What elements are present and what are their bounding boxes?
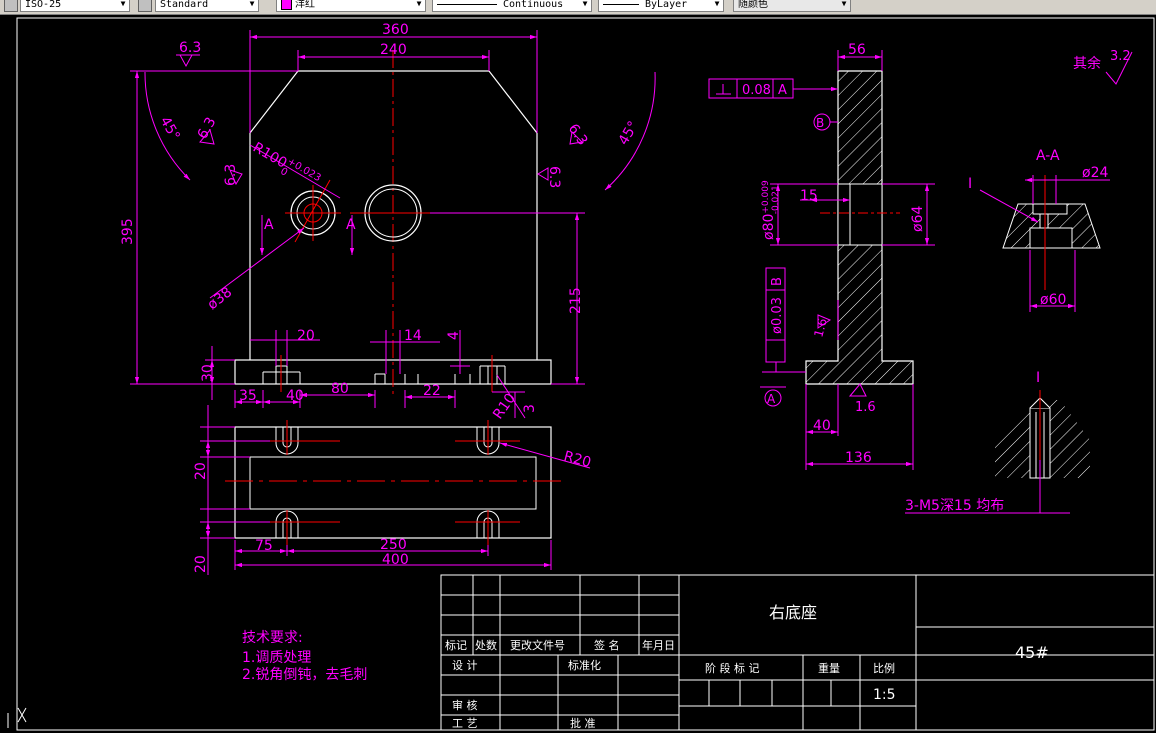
dim-40: 40	[286, 388, 304, 404]
dim-14: 14	[404, 328, 422, 344]
detail-i-marker: I	[968, 176, 972, 192]
tb-docno: 更改文件号	[510, 638, 565, 652]
dim-d60: ø60	[1040, 292, 1066, 308]
tb-sign: 签 名	[594, 638, 620, 652]
lineweight-select[interactable]: ByLayer ▼	[598, 0, 724, 12]
perpendicularity-ref: B	[770, 277, 785, 286]
plotstyle-select[interactable]: 随颜色 ▼	[733, 0, 851, 12]
dimstyle-icon[interactable]	[4, 0, 18, 12]
dim-d64: ø64	[910, 206, 926, 232]
dim-d80-tol-lo: -0.021	[771, 185, 781, 214]
tb-approve: 批 准	[570, 716, 596, 730]
dim-360: 360	[382, 22, 409, 38]
tb-stage: 阶 段 标 记	[705, 661, 760, 675]
flatness-value: 0.08	[742, 83, 771, 98]
dim-22: 22	[423, 383, 441, 399]
color-select[interactable]: 洋红 ▼	[276, 0, 426, 12]
tb-count: 处数	[475, 639, 497, 652]
tb-check: 审 核	[452, 698, 478, 712]
detail-i-title: I	[1036, 370, 1040, 386]
dim-15: 15	[800, 188, 818, 204]
linetype-value: Continuous	[503, 0, 564, 10]
tb-weight: 重量	[818, 661, 840, 675]
chevron-down-icon: ▼	[841, 0, 847, 8]
dim-d80-tol-up: +0.009	[761, 180, 771, 214]
tb-part-name: 右底座	[769, 603, 817, 622]
section-aa-title: A-A	[1036, 148, 1060, 164]
flatness-ref: A	[778, 83, 787, 98]
tb-scale: 1:5	[873, 687, 896, 703]
chevron-down-icon: ▼	[416, 0, 422, 8]
tech-heading: 技术要求:	[242, 630, 303, 646]
lineweight-preview	[603, 3, 639, 5]
chevron-down-icon: ▼	[249, 0, 255, 8]
perpendicularity-value: ø0.03	[770, 297, 785, 334]
color-value: 洋红	[295, 0, 315, 10]
dim-240: 240	[380, 42, 407, 58]
dim-250: 250	[380, 537, 407, 553]
dim-56: 56	[848, 42, 866, 58]
tb-standard: 标准化	[568, 658, 601, 672]
textstyle-select[interactable]: Standard ▼	[155, 0, 259, 12]
color-swatch	[281, 0, 292, 10]
dim-4: 4	[446, 331, 462, 340]
dim-d24: ø24	[1082, 165, 1108, 181]
dim-40-side: 40	[813, 418, 831, 434]
section-a-right: A	[346, 217, 356, 233]
datum-a: A	[767, 392, 776, 406]
dim-80: 80	[331, 381, 349, 397]
drawing-canvas[interactable]: 360 240 395 215 6.3 45° 45° 6.3 6.3 6.3 …	[0, 15, 1156, 733]
lineweight-value: ByLayer	[645, 0, 688, 10]
finish-16-bottom: 1.6	[855, 400, 876, 415]
dim-20: 20	[297, 328, 315, 344]
chevron-down-icon: ▼	[714, 0, 720, 8]
linetype-select[interactable]: Continuous ▼	[432, 0, 592, 12]
finish-63-left: 6.3	[223, 164, 239, 186]
chevron-down-icon: ▼	[120, 0, 126, 8]
tb-date: 年月日	[642, 638, 675, 652]
linetype-preview	[437, 3, 497, 5]
dim-30: 30	[200, 364, 216, 382]
dim-395: 395	[120, 218, 136, 245]
rest-label: 其余	[1073, 55, 1101, 72]
tb-material: 45#	[1015, 643, 1049, 662]
dimstyle-value: ISO-25	[25, 0, 62, 10]
tb-process: 工 艺	[452, 717, 478, 730]
section-a-left: A	[264, 217, 274, 233]
finish-63-right: 6.3	[546, 166, 562, 188]
dim-400: 400	[382, 552, 409, 568]
dim-20-b: 20	[193, 462, 209, 480]
textstyle-value: Standard	[160, 0, 209, 10]
dim-75: 75	[255, 538, 273, 554]
dim-35: 35	[239, 388, 257, 404]
textstyle-icon[interactable]	[138, 0, 152, 12]
dim-3: 3	[522, 404, 538, 413]
properties-toolbar: ISO-25 ▼ Standard ▼ 洋红 ▼ Continuous ▼ ByLaye…	[0, 0, 1156, 15]
rest-value: 3.2	[1110, 49, 1131, 64]
tb-design: 设 计	[452, 659, 478, 672]
dimstyle-select[interactable]: ISO-25 ▼	[20, 0, 130, 12]
finish-63-top: 6.3	[179, 40, 201, 56]
tech-line-2: 2.锐角倒钝，去毛刺	[242, 667, 367, 683]
dim-136: 136	[845, 450, 872, 466]
dim-d80-value: ø80	[761, 214, 777, 240]
tech-line-1: 1.调质处理	[242, 650, 311, 666]
tb-mark: 标记	[445, 638, 467, 652]
dim-215: 215	[568, 287, 584, 314]
chevron-down-icon: ▼	[582, 0, 588, 8]
plotstyle-value: 随颜色	[738, 0, 768, 10]
dim-20-c: 20	[193, 555, 209, 573]
tb-scale-label: 比例	[873, 661, 895, 675]
thread-note: 3-M5深15 均布	[905, 498, 1004, 514]
datum-b: B	[816, 116, 824, 130]
